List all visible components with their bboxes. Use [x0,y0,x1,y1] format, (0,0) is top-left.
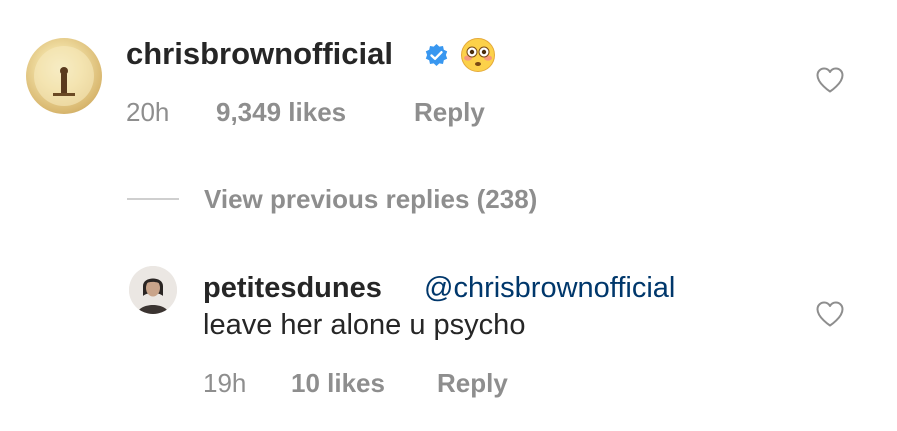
reply-likes-count[interactable]: 10 likes [291,367,385,399]
like-heart-icon[interactable] [815,66,845,94]
reply-timestamp: 19h [203,368,247,398]
avatar[interactable] [26,38,102,114]
comment-username[interactable]: chrisbrownofficial [126,34,393,74]
flushed-face-icon [460,37,496,73]
reply-reply-button[interactable]: Reply [437,367,508,399]
comment-reply-button[interactable]: Reply [414,96,485,128]
reply-text: leave her alone u psycho [203,309,526,341]
comment-timestamp: 20h [126,97,170,127]
comment-likes-count[interactable]: 9,349 likes [216,96,346,128]
reply-username[interactable]: petitesdunes [203,270,382,306]
reply-avatar-image [129,266,177,314]
reply-mention-link[interactable]: @chrisbrownofficial [424,270,675,306]
reply-like-heart-icon[interactable] [815,300,845,328]
verified-badge-icon [424,43,449,68]
replies-divider [127,198,179,200]
reply-avatar[interactable] [129,266,177,314]
avatar-image [34,46,94,106]
view-previous-replies-button[interactable]: View previous replies (238) [204,183,537,215]
